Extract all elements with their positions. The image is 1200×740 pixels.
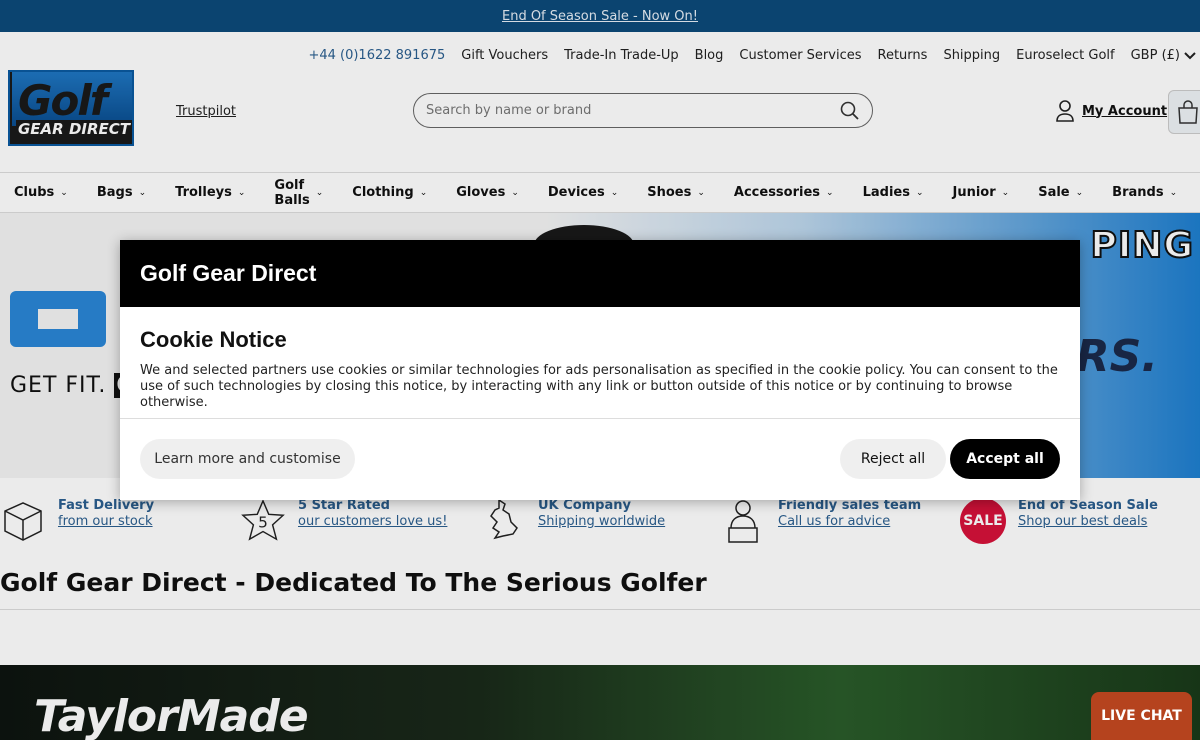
cookie-modal: Golf Gear Direct Cookie Notice We and se… (120, 240, 1080, 500)
modal-header: Golf Gear Direct (120, 240, 1080, 307)
modal-title: Cookie Notice (140, 327, 287, 352)
accept-all-button[interactable]: Accept all (950, 439, 1060, 479)
modal-footer: Learn more and customise Reject all Acce… (120, 419, 1080, 499)
modal-body: Cookie Notice We and selected partners u… (120, 307, 1080, 419)
learn-more-button[interactable]: Learn more and customise (140, 439, 355, 479)
reject-all-button[interactable]: Reject all (840, 439, 946, 479)
live-chat-button[interactable]: LIVE CHAT (1091, 692, 1192, 740)
modal-description: We and selected partners use cookies or … (140, 363, 1058, 410)
